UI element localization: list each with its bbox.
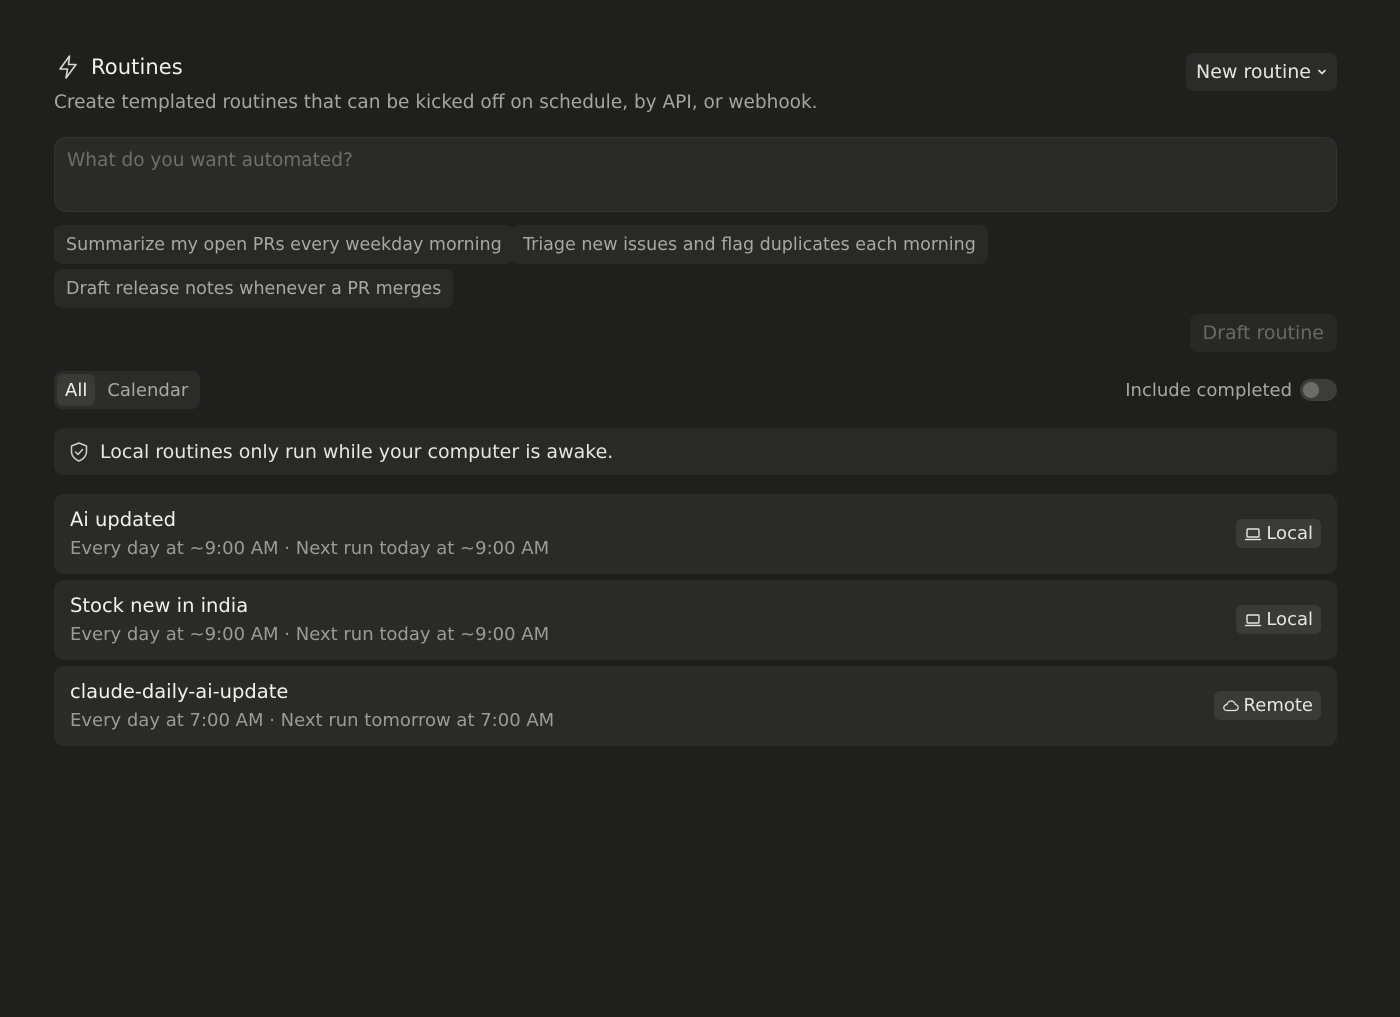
tab-calendar[interactable]: Calendar (97, 374, 198, 406)
tab-all[interactable]: All (57, 374, 96, 406)
routine-schedule: Every day at 7:00 AM · Next run tomorrow… (70, 710, 555, 731)
suggestion-chip[interactable]: Summarize my open PRs every weekday morn… (54, 225, 514, 264)
location-label: Local (1266, 609, 1313, 630)
routine-schedule: Every day at ~9:00 AM · Next run today a… (70, 538, 550, 559)
prompt-placeholder: What do you want automated? (67, 150, 353, 171)
shield-check-icon (70, 441, 88, 462)
view-tabs: All Calendar (54, 371, 200, 409)
title-row: Routines (56, 54, 183, 80)
laptop-icon (1245, 613, 1262, 626)
page-header: Routines New routine Create templated ro… (54, 50, 1337, 113)
routine-name: claude-daily-ai-update (70, 680, 289, 703)
draft-routine-label: Draft routine (1202, 322, 1324, 344)
tab-calendar-label: Calendar (107, 379, 189, 401)
routine-row[interactable]: claude-daily-ai-update Every day at 7:00… (54, 666, 1337, 746)
routines-page: Routines New routine Create templated ro… (54, 50, 1337, 746)
laptop-icon (1245, 527, 1262, 540)
draft-routine-button[interactable]: Draft routine (1189, 314, 1337, 352)
location-label: Remote (1243, 695, 1313, 716)
location-badge: Local (1236, 519, 1321, 548)
location-badge: Remote (1213, 691, 1321, 720)
routine-row[interactable]: Ai updated Every day at ~9:00 AM · Next … (54, 494, 1337, 574)
suggestion-label: Draft release notes whenever a PR merges (66, 278, 442, 299)
include-completed-toggle[interactable] (1300, 379, 1337, 401)
suggestion-chip[interactable]: Draft release notes whenever a PR merges (54, 269, 454, 308)
page-title: Routines (91, 55, 183, 79)
suggestion-chip[interactable]: Triage new issues and flag duplicates ea… (511, 225, 988, 264)
toggle-knob (1303, 382, 1319, 398)
routine-schedule: Every day at ~9:00 AM · Next run today a… (70, 624, 550, 645)
routine-prompt-input[interactable]: What do you want automated? (54, 137, 1337, 212)
new-routine-label: New routine (1195, 61, 1311, 83)
routine-row[interactable]: Stock new in india Every day at ~9:00 AM… (54, 580, 1337, 660)
chevron-down-icon (1318, 69, 1326, 75)
location-badge: Local (1236, 605, 1321, 634)
tab-all-label: All (65, 379, 88, 401)
suggestion-label: Summarize my open PRs every weekday morn… (66, 234, 502, 255)
include-completed: Include completed (1125, 375, 1337, 405)
lightning-icon (59, 55, 77, 79)
page-subtitle: Create templated routines that can be ki… (54, 92, 818, 113)
include-completed-label: Include completed (1125, 379, 1292, 401)
local-routines-notice: Local routines only run while your compu… (54, 428, 1337, 475)
notice-text: Local routines only run while your compu… (100, 440, 614, 463)
location-label: Local (1266, 523, 1313, 544)
suggestion-label: Triage new issues and flag duplicates ea… (523, 234, 976, 255)
cloud-icon (1222, 699, 1239, 711)
new-routine-button[interactable]: New routine (1185, 53, 1337, 91)
routine-name: Stock new in india (70, 594, 249, 617)
routine-name: Ai updated (70, 508, 177, 531)
